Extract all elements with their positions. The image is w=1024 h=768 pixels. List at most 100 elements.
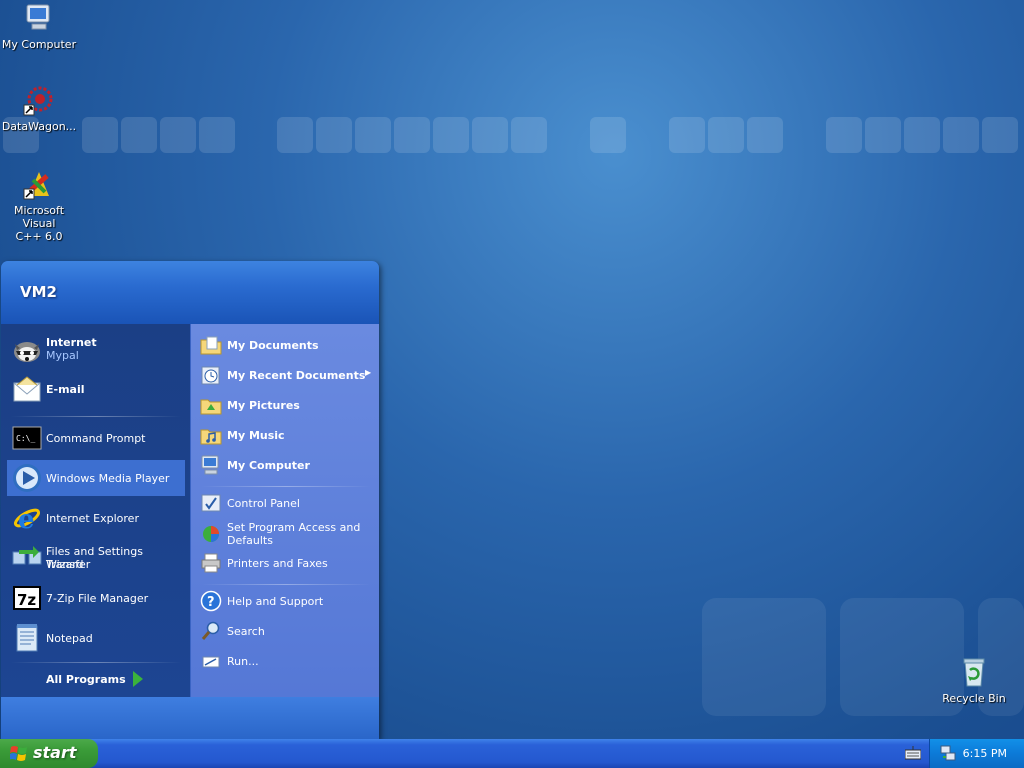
menu-separator bbox=[201, 486, 371, 487]
setting-label: Defaults bbox=[227, 534, 273, 547]
pinned-item-label: Internet bbox=[46, 336, 97, 349]
menu-separator bbox=[11, 416, 181, 417]
folder-music-icon bbox=[200, 424, 222, 446]
recycle-bin-icon bbox=[958, 656, 990, 688]
desktop-icon-label: DataWagon... bbox=[1, 120, 77, 133]
keyboard-icon[interactable] bbox=[904, 746, 922, 760]
wallpaper-tile bbox=[472, 117, 508, 153]
desktop-icon-my-computer[interactable]: My Computer bbox=[0, 2, 79, 51]
search[interactable]: Search bbox=[198, 618, 376, 644]
taskbar: start 6:15 PM bbox=[0, 739, 1024, 768]
desktop-icon-recycle-bin[interactable]: Recycle Bin bbox=[934, 656, 1014, 705]
wallpaper-tile bbox=[669, 117, 705, 153]
help-label: Help and Support bbox=[227, 595, 324, 608]
help-icon: ? bbox=[200, 590, 222, 612]
wallpaper-tile bbox=[316, 117, 352, 153]
wallpaper-tile bbox=[702, 598, 826, 716]
recent-item-transfer-wizard[interactable]: Files and Settings Transfer Wizard bbox=[7, 540, 185, 576]
wallpaper-tile bbox=[826, 117, 862, 153]
help-label: Run... bbox=[227, 655, 259, 668]
desktop-icon-visual-cpp[interactable]: Microsoft Visual C++ 6.0 bbox=[0, 168, 79, 243]
setting-label: Printers and Faxes bbox=[227, 557, 328, 570]
recent-item-label: 7-Zip File Manager bbox=[46, 592, 149, 605]
recent-documents-icon bbox=[200, 364, 222, 386]
recent-item-notepad[interactable]: Notepad bbox=[7, 620, 185, 656]
recent-item-media-player[interactable]: Windows Media Player bbox=[7, 460, 185, 496]
system-tray: 6:15 PM bbox=[929, 739, 1024, 768]
pinned-item-email[interactable]: E-mail bbox=[7, 372, 185, 408]
recent-item-label: Command Prompt bbox=[46, 432, 146, 445]
place-my-recent-documents[interactable]: My Recent Documents ▶ bbox=[198, 362, 376, 388]
user-name: VM2 bbox=[20, 283, 57, 301]
setting-label: Set Program Access and bbox=[227, 521, 361, 534]
7zip-icon: 7z bbox=[11, 582, 43, 614]
recent-item-label: Windows Media Player bbox=[46, 472, 170, 485]
menu-separator bbox=[11, 662, 181, 663]
start-menu-footer bbox=[1, 697, 379, 739]
wallpaper-tile bbox=[982, 117, 1018, 153]
help-and-support[interactable]: ? Help and Support bbox=[198, 588, 376, 614]
setting-program-access[interactable]: Set Program Access and Defaults bbox=[198, 520, 376, 547]
recent-item-label: Notepad bbox=[46, 632, 93, 645]
place-my-pictures[interactable]: My Pictures bbox=[198, 392, 376, 418]
recent-item-internet-explorer[interactable]: e Internet Explorer bbox=[7, 500, 185, 536]
recent-item-7zip[interactable]: 7z 7-Zip File Manager bbox=[7, 580, 185, 616]
wallpaper-tile bbox=[277, 117, 313, 153]
control-panel-icon bbox=[200, 492, 222, 514]
pinned-item-subtitle: Mypal bbox=[46, 349, 79, 362]
media-player-icon bbox=[11, 462, 43, 494]
place-label: My Recent Documents bbox=[227, 369, 366, 382]
pinned-item-label: E-mail bbox=[46, 383, 85, 396]
desktop-icon-label: My Computer bbox=[1, 38, 77, 51]
place-my-music[interactable]: My Music bbox=[198, 422, 376, 448]
notepad-icon bbox=[11, 622, 43, 654]
desktop-icon-label: Recycle Bin bbox=[942, 692, 1006, 705]
setting-label: Control Panel bbox=[227, 497, 300, 510]
place-my-documents[interactable]: My Documents bbox=[198, 332, 376, 358]
internet-explorer-icon: e bbox=[11, 502, 43, 535]
menu-separator bbox=[201, 584, 371, 585]
recent-item-label: Internet Explorer bbox=[46, 512, 139, 525]
start-label: start bbox=[33, 743, 77, 762]
folder-documents-icon bbox=[200, 334, 222, 356]
start-menu-header: VM2 bbox=[1, 261, 379, 326]
setting-printers-faxes[interactable]: Printers and Faxes bbox=[198, 550, 376, 576]
wallpaper-tile bbox=[708, 117, 744, 153]
wallpaper-tile bbox=[160, 117, 196, 153]
my-computer-icon bbox=[200, 454, 222, 476]
wallpaper-tile bbox=[394, 117, 430, 153]
windows-logo-icon bbox=[9, 745, 28, 762]
help-label: Search bbox=[227, 625, 265, 638]
place-my-computer[interactable]: My Computer bbox=[198, 452, 376, 478]
program-access-icon bbox=[200, 522, 222, 544]
wallpaper-tile bbox=[121, 117, 157, 153]
start-menu-programs: Internet Mypal E-mail C:\_ Command Promp… bbox=[1, 324, 190, 697]
recent-item-command-prompt[interactable]: C:\_ Command Prompt bbox=[7, 420, 185, 456]
svg-text:7z: 7z bbox=[17, 591, 36, 609]
pinned-item-internet[interactable]: Internet Mypal bbox=[7, 332, 185, 368]
place-label: My Documents bbox=[227, 339, 319, 352]
place-label: My Music bbox=[227, 429, 285, 442]
desktop-icon-datawagon[interactable]: DataWagon... bbox=[0, 84, 79, 133]
place-label: My Computer bbox=[227, 459, 310, 472]
desktop-icon-label: C++ 6.0 bbox=[15, 230, 63, 243]
wallpaper-tile bbox=[865, 117, 901, 153]
email-icon bbox=[11, 374, 43, 406]
visual-cpp-icon bbox=[23, 168, 55, 200]
clock[interactable]: 6:15 PM bbox=[963, 747, 1007, 760]
folder-pictures-icon bbox=[200, 394, 222, 416]
command-prompt-icon: C:\_ bbox=[11, 422, 43, 454]
start-menu: VM2 Internet Mypal E-mail C:\_ Command P… bbox=[1, 261, 379, 739]
wallpaper-tile bbox=[199, 117, 235, 153]
all-programs-button[interactable]: All Programs bbox=[46, 673, 126, 686]
printer-icon bbox=[200, 552, 222, 574]
start-button[interactable]: start bbox=[0, 739, 98, 768]
setting-control-panel[interactable]: Control Panel bbox=[198, 490, 376, 516]
wallpaper-tile bbox=[355, 117, 391, 153]
network-icon[interactable] bbox=[940, 745, 956, 761]
start-menu-places: My Documents My Recent Documents ▶ My Pi… bbox=[190, 324, 379, 697]
submenu-arrow-icon: ▶ bbox=[365, 368, 372, 377]
wallpaper-tile bbox=[943, 117, 979, 153]
run[interactable]: Run... bbox=[198, 648, 376, 674]
all-programs-arrow-icon bbox=[133, 671, 143, 687]
